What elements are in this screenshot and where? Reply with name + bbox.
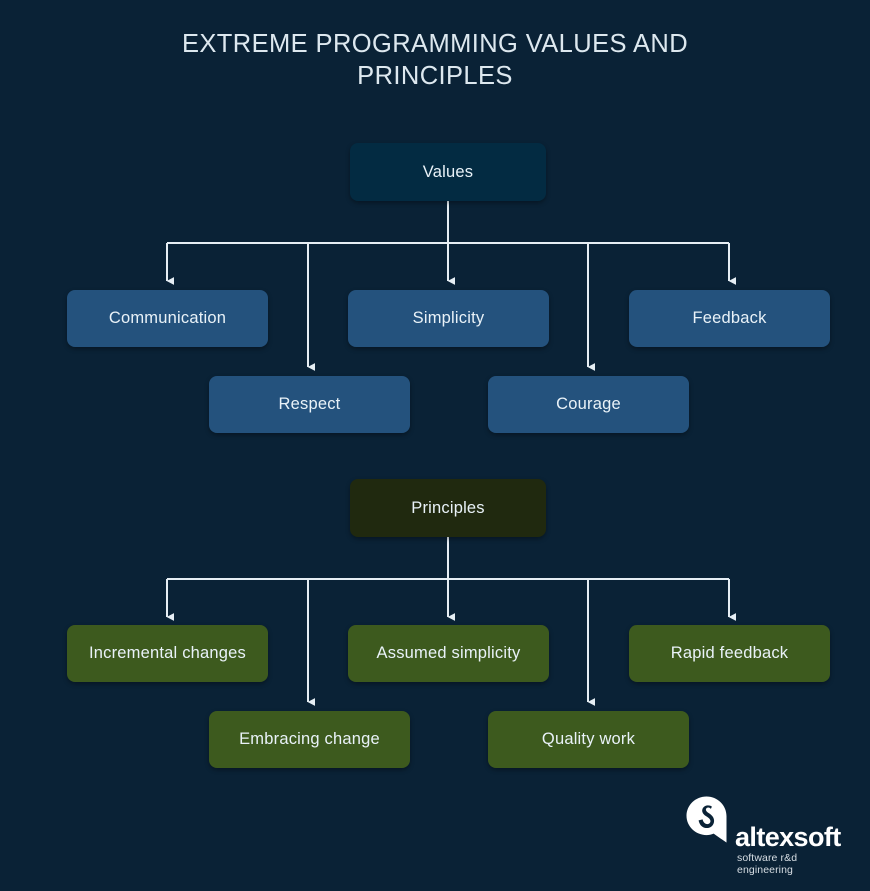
altexsoft-logo-icon: [686, 796, 727, 843]
node-communication[interactable]: Communication: [67, 290, 268, 347]
node-feedback[interactable]: Feedback: [629, 290, 830, 347]
page-title: EXTREME PROGRAMMING VALUES AND PRINCIPLE…: [181, 30, 689, 90]
node-courage[interactable]: Courage: [488, 376, 689, 433]
node-quality-work[interactable]: Quality work: [488, 711, 689, 768]
node-respect[interactable]: Respect: [209, 376, 410, 433]
connector-lines: [166, 201, 737, 706]
node-principles-root[interactable]: Principles: [350, 479, 546, 537]
node-rapid-feedback[interactable]: Rapid feedback: [629, 625, 830, 682]
node-incremental-changes[interactable]: Incremental changes: [67, 625, 268, 682]
node-assumed-simplicity[interactable]: Assumed simplicity: [348, 625, 549, 682]
node-embracing-change[interactable]: Embracing change: [209, 711, 410, 768]
logo-tagline: software r&d engineering: [737, 852, 798, 876]
logo-brand-text: altexsoft: [735, 822, 841, 852]
node-simplicity[interactable]: Simplicity: [348, 290, 549, 347]
altexsoft-logo[interactable]: altexsoft software r&d engineering: [680, 795, 850, 876]
node-values-root[interactable]: Values: [350, 143, 546, 201]
diagram-canvas: EXTREME PROGRAMMING VALUES AND PRINCIPLE…: [0, 0, 870, 891]
